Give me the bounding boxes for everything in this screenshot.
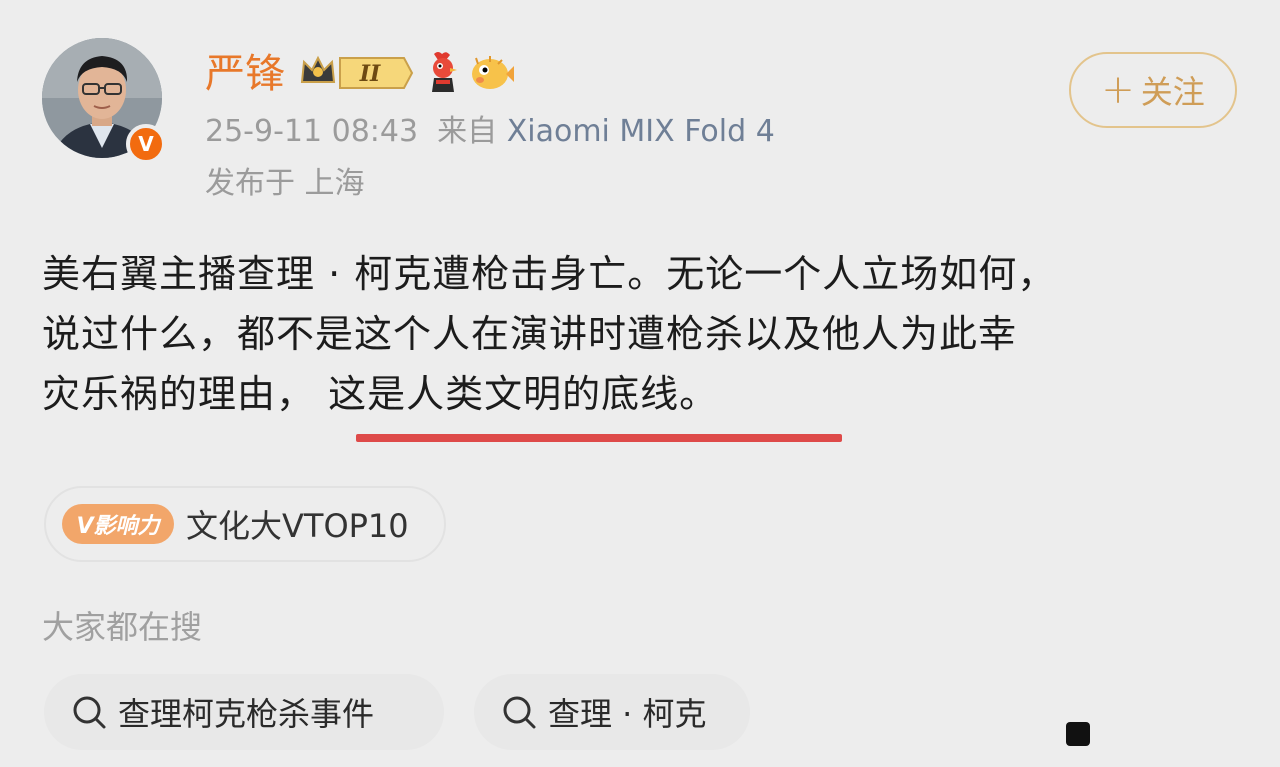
highlight-underline [356, 434, 842, 442]
post-location: 发布于 上海 [205, 166, 365, 201]
content-line: 说过什么，都不是这个人在演讲时遭枪杀以及他人为此幸 [42, 312, 1018, 356]
author-name[interactable]: 严锋 [205, 50, 285, 98]
search-icon [73, 696, 106, 729]
content-line-text: 灾乐祸的理由， [42, 372, 316, 416]
v-influence-badge: V影响力 [62, 504, 174, 544]
post-device[interactable]: Xiaomi MIX Fold 4 [507, 114, 775, 149]
post-source-prefix: 来自 [437, 114, 498, 149]
search-suggestion-chip[interactable]: 查理柯克枪杀事件 [44, 674, 444, 750]
content-line-last: 灾乐祸的理由， 这是人类文明的底线。 [42, 364, 1222, 424]
trending-searches-label: 大家都在搜 [42, 608, 203, 646]
content-line: 美右翼主播查理 · 柯克遭枪击身亡。无论一个人立场如何， [42, 252, 1057, 296]
search-icon [503, 696, 536, 729]
tag-text: 文化大VTOP10 [186, 507, 409, 545]
search-suggestion-chip[interactable]: 查理 · 柯克 [474, 674, 750, 750]
rooster-sticker-icon [432, 52, 457, 92]
follow-button[interactable]: + 关注 [1069, 52, 1237, 128]
post-meta: 25-9-11 08:43 来自 Xiaomi MIX Fold 4 [205, 112, 775, 152]
vip-crown-badge-icon[interactable]: II [300, 52, 414, 94]
content-highlight: 这是人类文明的底线。 [328, 372, 719, 416]
pufferfish-sticker-icon [472, 56, 514, 89]
plus-icon: + [1101, 67, 1135, 113]
search-suggestion-text: 查理柯克枪杀事件 [118, 695, 375, 733]
search-suggestion-text: 查理 · 柯克 [548, 695, 707, 733]
post-timestamp: 25-9-11 08:43 [205, 114, 419, 149]
post-content: 美右翼主播查理 · 柯克遭枪击身亡。无论一个人立场如何， 说过什么，都不是这个人… [42, 244, 1222, 424]
influence-tag-chip[interactable]: V影响力 文化大VTOP10 [44, 486, 446, 562]
scroll-indicator[interactable] [1066, 722, 1090, 746]
verified-v-badge-icon: V [126, 124, 166, 164]
follow-label: 关注 [1140, 73, 1205, 111]
author-avatar-container[interactable]: V [42, 38, 166, 164]
vip-level-text: II [359, 61, 381, 87]
